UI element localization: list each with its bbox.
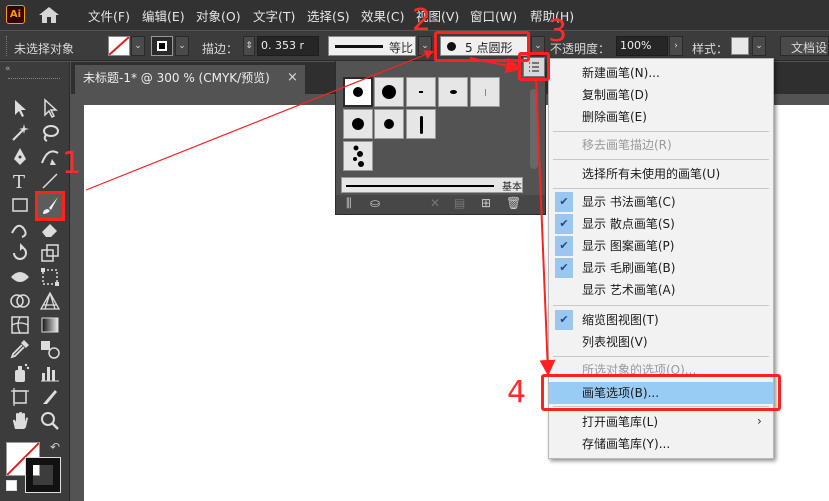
annotation-number-3: 3	[548, 14, 568, 49]
annotation-arrows	[85, 50, 556, 376]
annotation-box-brush-options	[541, 374, 781, 411]
arrow-step3-to-step4	[535, 77, 556, 376]
annotation-number-1: 1	[62, 146, 82, 181]
arrow-step1-to-step2	[85, 50, 435, 191]
annotation-box-brush-selector	[434, 31, 530, 62]
annotation-box-panel-menu	[518, 52, 550, 81]
annotation-number-2: 2	[412, 3, 432, 38]
annotation-number-4: 4	[507, 375, 527, 410]
